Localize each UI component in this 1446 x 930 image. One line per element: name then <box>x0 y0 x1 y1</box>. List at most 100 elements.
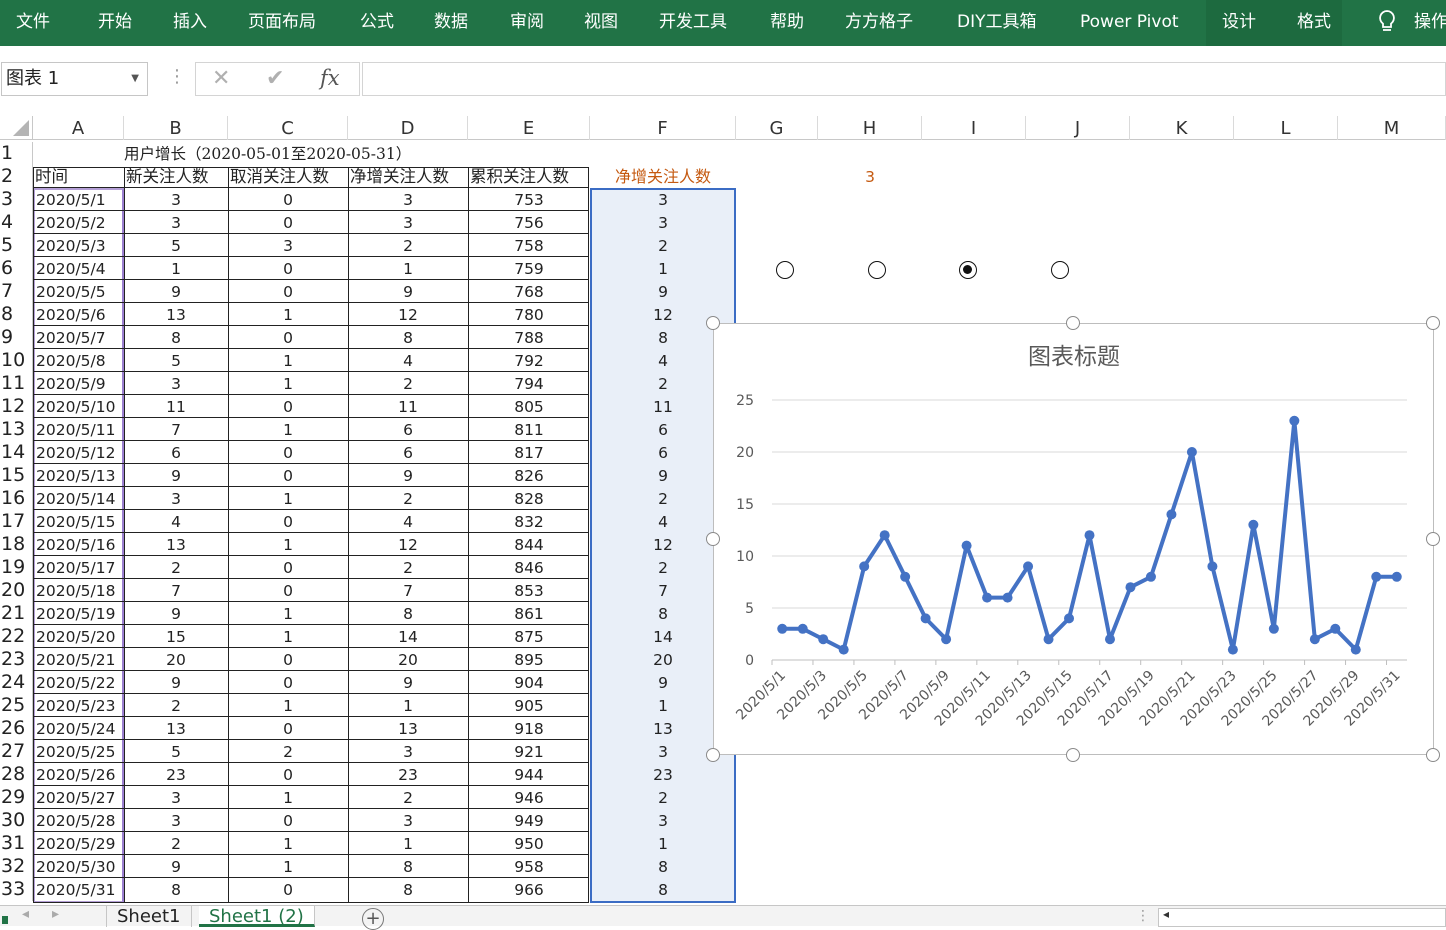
row-header-8[interactable]: 8 <box>0 303 33 326</box>
cell-B27[interactable]: 5 <box>124 740 228 763</box>
split-handle-icon[interactable]: ⋮ <box>1136 908 1150 924</box>
cell-D10[interactable]: 4 <box>348 349 468 372</box>
resize-handle-top[interactable] <box>1066 316 1080 330</box>
cell-A17[interactable]: 2020/5/15 <box>36 510 123 533</box>
cell-B5[interactable]: 5 <box>124 234 228 257</box>
cell-B31[interactable]: 2 <box>124 832 228 855</box>
cell-E33[interactable]: 966 <box>468 878 590 901</box>
cell-D5[interactable]: 2 <box>348 234 468 257</box>
row-header-9[interactable]: 9 <box>0 326 33 349</box>
cell-C31[interactable]: 1 <box>228 832 348 855</box>
cell-E29[interactable]: 946 <box>468 786 590 809</box>
row-header-29[interactable]: 29 <box>0 786 33 809</box>
row-header-24[interactable]: 24 <box>0 671 33 694</box>
cell-A23[interactable]: 2020/5/21 <box>36 648 123 671</box>
cell-D4[interactable]: 3 <box>348 211 468 234</box>
cell-C33[interactable]: 0 <box>228 878 348 901</box>
cell-D29[interactable]: 2 <box>348 786 468 809</box>
cell-C10[interactable]: 1 <box>228 349 348 372</box>
cell-D8[interactable]: 12 <box>348 303 468 326</box>
row-header-23[interactable]: 23 <box>0 648 33 671</box>
cell-C14[interactable]: 0 <box>228 441 348 464</box>
cell-D14[interactable]: 6 <box>348 441 468 464</box>
cell-E11[interactable]: 794 <box>468 372 590 395</box>
row-header-21[interactable]: 21 <box>0 602 33 625</box>
cell-C27[interactable]: 2 <box>228 740 348 763</box>
cell-B20[interactable]: 7 <box>124 579 228 602</box>
tab-review[interactable]: 审阅 <box>510 0 544 46</box>
cell-C16[interactable]: 1 <box>228 487 348 510</box>
cell-A10[interactable]: 2020/5/8 <box>36 349 123 372</box>
sheet-title[interactable]: 用户增长（2020-05-01至2020-05-31） <box>124 142 544 165</box>
row-header-32[interactable]: 32 <box>0 855 33 878</box>
cell-E17[interactable]: 832 <box>468 510 590 533</box>
cell-C29[interactable]: 1 <box>228 786 348 809</box>
cell-C7[interactable]: 0 <box>228 280 348 303</box>
cell-E8[interactable]: 780 <box>468 303 590 326</box>
row-header-13[interactable]: 13 <box>0 418 33 441</box>
cell-B13[interactable]: 7 <box>124 418 228 441</box>
option-button-3[interactable] <box>959 261 977 279</box>
row-header-15[interactable]: 15 <box>0 464 33 487</box>
line-chart[interactable]: 0 5 10 15 20 25 2020/5/1 2020/5/3 2020/5/5 2020/5… <box>713 323 1434 755</box>
cell-D21[interactable]: 8 <box>348 602 468 625</box>
column-header-g[interactable]: G <box>736 116 818 140</box>
column-header-c[interactable]: C <box>228 116 348 140</box>
cell-D32[interactable]: 8 <box>348 855 468 878</box>
cell-A24[interactable]: 2020/5/22 <box>36 671 123 694</box>
cell-C25[interactable]: 1 <box>228 694 348 717</box>
cancel-icon[interactable]: ✕ <box>212 66 230 91</box>
cell-A18[interactable]: 2020/5/16 <box>36 533 123 556</box>
cell-D22[interactable]: 14 <box>348 625 468 648</box>
cell-E30[interactable]: 949 <box>468 809 590 832</box>
column-header-l[interactable]: L <box>1234 116 1338 140</box>
option-button-4[interactable] <box>1051 261 1069 279</box>
cell-D17[interactable]: 4 <box>348 510 468 533</box>
cell-A21[interactable]: 2020/5/19 <box>36 602 123 625</box>
cell-D19[interactable]: 2 <box>348 556 468 579</box>
cell-F3[interactable]: 3 <box>590 188 736 211</box>
tab-data[interactable]: 数据 <box>434 0 468 46</box>
cell-C3[interactable]: 0 <box>228 188 348 211</box>
cell-D18[interactable]: 12 <box>348 533 468 556</box>
header-net-growth[interactable]: 净增关注人数 <box>350 165 466 188</box>
column-header-f[interactable]: F <box>590 116 736 140</box>
cell-F6[interactable]: 1 <box>590 257 736 280</box>
cell-B10[interactable]: 5 <box>124 349 228 372</box>
tab-home[interactable]: 开始 <box>98 0 132 46</box>
cell-B18[interactable]: 13 <box>124 533 228 556</box>
tab-file[interactable]: 文件 <box>16 0 50 46</box>
header-new-followers[interactable]: 新关注人数 <box>126 165 226 188</box>
tab-help[interactable]: 帮助 <box>770 0 804 46</box>
row-header-19[interactable]: 19 <box>0 556 33 579</box>
cell-D13[interactable]: 6 <box>348 418 468 441</box>
cell-D31[interactable]: 1 <box>348 832 468 855</box>
cell-C30[interactable]: 0 <box>228 809 348 832</box>
cell-F28[interactable]: 23 <box>590 763 736 786</box>
lightbulb-icon[interactable] <box>1376 0 1398 46</box>
row-header-33[interactable]: 33 <box>0 878 33 901</box>
cell-D15[interactable]: 9 <box>348 464 468 487</box>
cell-A30[interactable]: 2020/5/28 <box>36 809 123 832</box>
cell-A5[interactable]: 2020/5/3 <box>36 234 123 257</box>
cell-C5[interactable]: 3 <box>228 234 348 257</box>
cell-B24[interactable]: 9 <box>124 671 228 694</box>
cell-E20[interactable]: 853 <box>468 579 590 602</box>
cell-E7[interactable]: 768 <box>468 280 590 303</box>
scroll-right-icon[interactable]: ▸ <box>52 906 59 922</box>
cell-A29[interactable]: 2020/5/27 <box>36 786 123 809</box>
row-header-20[interactable]: 20 <box>0 579 33 602</box>
enter-icon[interactable]: ✔ <box>266 66 284 91</box>
cell-C22[interactable]: 1 <box>228 625 348 648</box>
cell-C21[interactable]: 1 <box>228 602 348 625</box>
tab-format[interactable]: 格式 <box>1297 0 1331 46</box>
cell-E24[interactable]: 904 <box>468 671 590 694</box>
cell-C28[interactable]: 0 <box>228 763 348 786</box>
cell-E13[interactable]: 811 <box>468 418 590 441</box>
cell-B3[interactable]: 3 <box>124 188 228 211</box>
row-header-18[interactable]: 18 <box>0 533 33 556</box>
cell-E6[interactable]: 759 <box>468 257 590 280</box>
cell-E4[interactable]: 756 <box>468 211 590 234</box>
cell-A15[interactable]: 2020/5/13 <box>36 464 123 487</box>
cell-D28[interactable]: 23 <box>348 763 468 786</box>
